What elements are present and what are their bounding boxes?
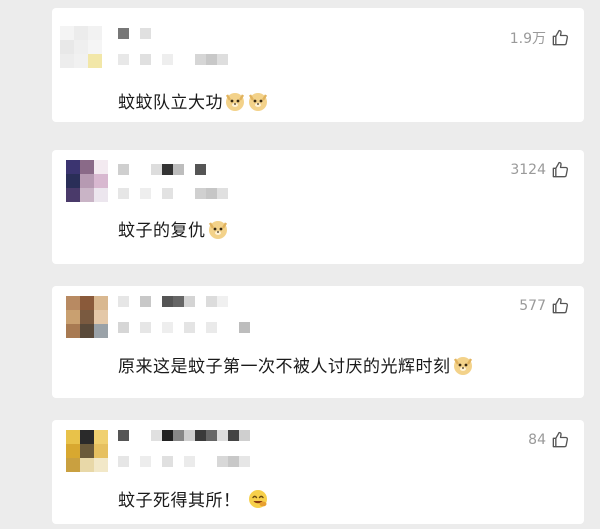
- like-count: 84: [528, 432, 546, 448]
- avatar[interactable]: [66, 160, 108, 202]
- like-button[interactable]: 1.9万: [510, 28, 570, 48]
- like-count: 3124: [510, 162, 546, 178]
- thumbs-up-icon: [552, 29, 569, 46]
- avatar[interactable]: [60, 26, 102, 68]
- comment-card: 1.9万 蚊蚊队立大功: [52, 8, 584, 122]
- comment-text: 蚊子死得其所！: [118, 486, 269, 511]
- doge-emoji: [207, 218, 229, 240]
- meta-redacted: [118, 54, 228, 65]
- doge-emoji: [224, 90, 246, 112]
- avatar[interactable]: [66, 430, 108, 472]
- username-redacted[interactable]: [118, 430, 250, 441]
- like-count: 577: [519, 298, 546, 314]
- comment-text: 蚊子的复仇: [118, 216, 229, 241]
- doge-emoji: [247, 90, 269, 112]
- doge-emoji: [452, 354, 474, 376]
- username-redacted[interactable]: [118, 164, 206, 175]
- like-count: 1.9万: [509, 31, 546, 47]
- meta-redacted: [118, 188, 228, 199]
- avatar[interactable]: [66, 296, 108, 338]
- comment-card: 577 原来这是蚊子第一次不被人讨厌的光辉时刻: [52, 286, 584, 398]
- like-button[interactable]: 3124: [510, 160, 570, 180]
- laughing-face-emoji: [247, 488, 269, 510]
- thumbs-up-icon: [552, 161, 569, 178]
- thumbs-up-icon: [552, 297, 569, 314]
- like-button[interactable]: 577: [519, 296, 570, 316]
- username-redacted[interactable]: [118, 28, 151, 39]
- meta-redacted: [118, 322, 250, 333]
- comment-text: 蚊蚊队立大功: [118, 88, 269, 113]
- comment-card: 3124 蚊子的复仇: [52, 150, 584, 264]
- like-button[interactable]: 84: [528, 430, 570, 450]
- comment-card: 84 蚊子死得其所！: [52, 420, 584, 524]
- thumbs-up-icon: [552, 431, 569, 448]
- comment-text: 原来这是蚊子第一次不被人讨厌的光辉时刻: [118, 352, 474, 377]
- comment-feed: { "comments": [ { "likes": "1.9万", "text…: [0, 0, 600, 529]
- meta-redacted: [118, 456, 250, 467]
- username-redacted[interactable]: [118, 296, 228, 307]
